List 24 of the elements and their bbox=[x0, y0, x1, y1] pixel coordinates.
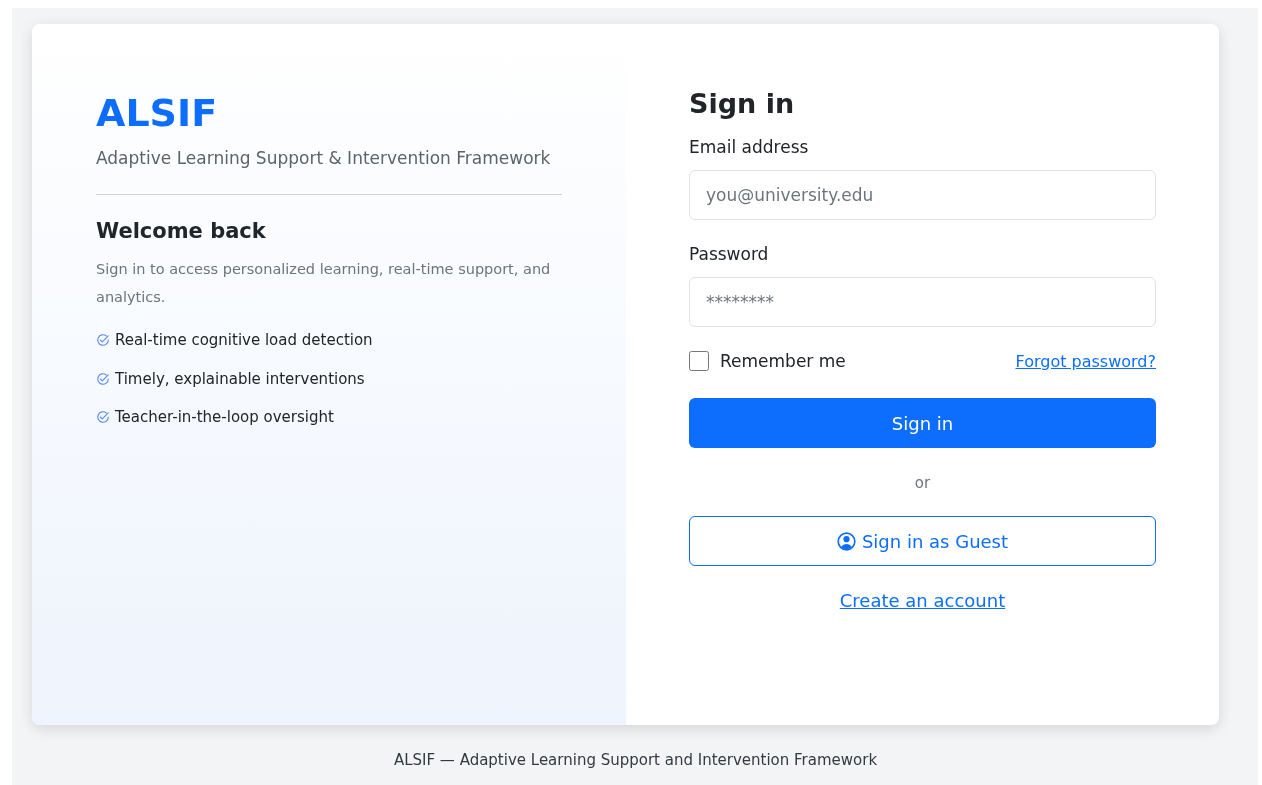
logo: ALSIF bbox=[96, 90, 219, 136]
tagline: Adaptive Learning Support & Intervention Framework bbox=[96, 147, 552, 170]
form-title: Sign in bbox=[689, 88, 796, 119]
user-circle-icon bbox=[836, 531, 856, 551]
check-circle-icon bbox=[96, 333, 110, 348]
feature-text: Real-time cognitive load detection bbox=[115, 331, 373, 350]
forgot-password-link[interactable]: Forgot password? bbox=[1015, 351, 1156, 371]
welcome-heading: Welcome back bbox=[96, 219, 267, 243]
input-field[interactable]: ******** bbox=[689, 277, 1156, 327]
guest-button[interactable]: Sign in as Guest bbox=[689, 516, 1156, 566]
field-label: Email address bbox=[689, 137, 810, 157]
checkbox-label: Remember me bbox=[720, 351, 846, 371]
create-account-link[interactable]: Create an account bbox=[839, 590, 1006, 611]
check-circle-icon bbox=[96, 410, 110, 425]
footer-text: ALSIF — Adaptive Learning Support and Intervention Framework bbox=[393, 751, 878, 769]
divider-text: or bbox=[913, 474, 932, 492]
welcome-text: Sign in to access personalized learning, real-time support, and analytics. bbox=[96, 260, 552, 307]
feature-text: Teacher-in-the-loop oversight bbox=[115, 408, 334, 427]
feature-text: Timely, explainable interventions bbox=[115, 369, 365, 388]
check-circle-icon bbox=[96, 371, 110, 386]
checkbox[interactable] bbox=[689, 351, 709, 371]
input-field[interactable]: you@university.edu bbox=[689, 170, 1156, 220]
sign-in-button[interactable]: Sign in bbox=[689, 398, 1156, 448]
field-label: Password bbox=[689, 244, 770, 264]
